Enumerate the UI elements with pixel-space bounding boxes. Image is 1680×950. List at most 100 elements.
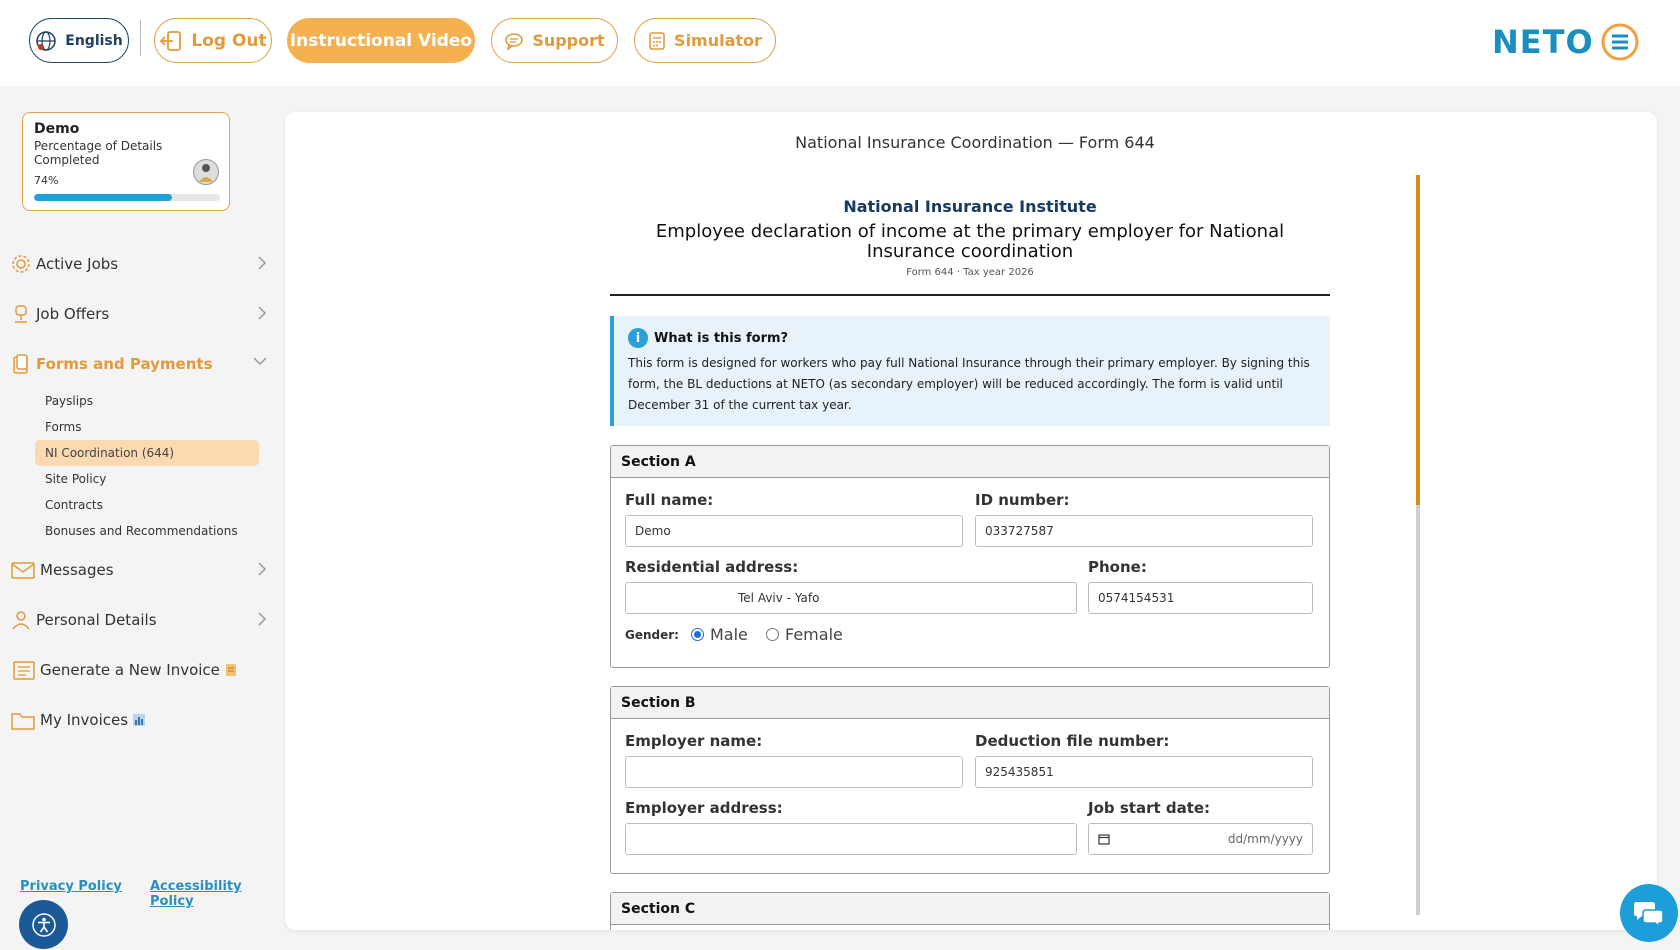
profile-card[interactable]: Demo Percentage of Details Completed 74%	[22, 112, 230, 211]
envelope-icon	[11, 562, 35, 579]
info-icon: i	[628, 328, 648, 348]
logout-button[interactable]: Log Out	[154, 18, 272, 63]
page-title: National Insurance Coordination — Form 6…	[795, 133, 1155, 152]
address-label: Residential address:	[625, 558, 799, 576]
info-heading: i What is this form?	[628, 328, 1316, 348]
simulator-button[interactable]: Simulator	[634, 18, 776, 63]
employer-address-input[interactable]	[625, 823, 1077, 855]
sidebar-subitem-ni-coordination[interactable]: NI Coordination (644)	[35, 440, 259, 466]
sidebar-item-label: Job Offers	[36, 305, 110, 323]
gender-female-radio[interactable]: Female	[766, 625, 843, 644]
employer-name-label: Employer name:	[625, 732, 763, 750]
section-a-heading: Section A	[611, 446, 1329, 478]
neto-logo[interactable]: NETO	[1492, 20, 1640, 64]
chat-icon	[1634, 902, 1664, 928]
id-number-input[interactable]: 033727587	[975, 515, 1313, 547]
user-icon	[12, 611, 30, 630]
sidebar-subitem-bonuses[interactable]: Bonuses and Recommendations	[35, 518, 259, 544]
profile-progress-bar	[34, 194, 220, 201]
id-number-label: ID number:	[975, 491, 1070, 509]
chevron-right-icon	[258, 306, 267, 320]
sidebar-subitem-site-policy[interactable]: Site Policy	[35, 466, 259, 492]
chat-bubble-icon	[505, 32, 524, 50]
title-rule	[610, 294, 1330, 296]
sidebar-item-label: Forms and Payments	[36, 355, 213, 373]
radio-unchecked-icon	[766, 628, 779, 641]
date-placeholder: dd/mm/yyyy	[1227, 832, 1303, 846]
chevron-right-icon	[258, 256, 267, 270]
gear-icon	[12, 255, 30, 273]
job-start-date-input[interactable]: dd/mm/yyyy	[1088, 823, 1313, 855]
invoice-list-icon	[13, 661, 35, 680]
section-b-heading: Section B	[611, 687, 1329, 719]
full-name-input[interactable]: Demo	[625, 515, 963, 547]
logo-text: NETO	[1492, 23, 1594, 61]
calculator-icon	[649, 31, 665, 50]
logout-label: Log Out	[191, 30, 267, 51]
top-bar: English Log Out Instructional Video Supp…	[0, 0, 1680, 86]
profile-name: Demo	[34, 121, 80, 137]
sidebar-item-messages[interactable]: Messages	[10, 555, 268, 585]
employer-address-label: Employer address:	[625, 799, 783, 817]
privacy-policy-link[interactable]: Privacy Policy	[20, 879, 122, 894]
accessibility-icon	[31, 912, 56, 937]
support-label: Support	[532, 31, 605, 50]
gender-female-label: Female	[785, 625, 843, 644]
sidebar-subitem-contracts[interactable]: Contracts	[35, 492, 259, 518]
full-name-label: Full name:	[625, 491, 714, 509]
profile-percent: 74%	[34, 174, 59, 187]
chair-icon	[15, 305, 27, 323]
sidebar-item-forms-and-payments[interactable]: Forms and Payments	[10, 349, 268, 379]
sidebar-item-label: Messages	[40, 561, 114, 579]
accessibility-button[interactable]	[19, 900, 68, 949]
language-button[interactable]: English	[29, 18, 129, 63]
section-b: Section B Employer name: Deduction file …	[610, 686, 1330, 874]
document-icon	[13, 354, 28, 374]
logo-mark-icon	[1601, 23, 1639, 61]
globe-icon	[36, 30, 57, 51]
employer-name-input[interactable]	[625, 756, 963, 788]
gender-label: Gender:	[625, 628, 679, 642]
phone-label: Phone:	[1088, 558, 1147, 576]
gender-male-radio[interactable]: Male	[691, 625, 748, 644]
phone-input[interactable]: 0574154531	[1088, 582, 1313, 614]
section-c: Section C	[610, 892, 1330, 930]
scroll-icon	[225, 664, 236, 676]
sidebar-item-generate-invoice[interactable]: Generate a New Invoice	[10, 655, 268, 685]
chevron-right-icon	[258, 562, 267, 576]
language-label: English	[65, 32, 123, 49]
folder-icon	[11, 713, 35, 730]
form-scrollbar[interactable]	[1416, 175, 1420, 915]
sidebar-item-label: Active Jobs	[36, 255, 119, 273]
chat-button[interactable]	[1620, 884, 1678, 942]
divider	[140, 20, 141, 56]
institute-name: National Insurance Institute	[843, 197, 1097, 216]
sidebar-item-job-offers[interactable]: Job Offers	[10, 299, 268, 329]
sidebar-item-personal-details[interactable]: Personal Details	[10, 605, 268, 635]
support-button[interactable]: Support	[491, 18, 618, 63]
address-input[interactable]: Tel Aviv - Yafo	[625, 582, 1077, 614]
info-heading-text: What is this form?	[654, 330, 789, 346]
scrollbar-thumb[interactable]	[1416, 175, 1420, 505]
logout-icon	[160, 30, 182, 51]
main-card: National Insurance Coordination — Form 6…	[285, 112, 1657, 930]
sidebar-item-my-invoices[interactable]: My Invoices	[10, 705, 268, 735]
section-a: Section A Full name: Demo ID number: 033…	[610, 445, 1330, 668]
accessibility-policy-link[interactable]: Accessibility Policy	[150, 879, 278, 909]
profile-subtitle: Percentage of Details Completed	[34, 139, 163, 167]
sidebar-subitem-payslips[interactable]: Payslips	[35, 388, 259, 414]
section-c-heading: Section C	[611, 893, 1329, 925]
chevron-down-icon	[253, 357, 267, 366]
person-icon	[199, 164, 213, 182]
sidebar-subitem-forms[interactable]: Forms	[35, 414, 259, 440]
avatar	[193, 159, 219, 185]
sidebar-item-label: My Invoices	[40, 711, 129, 729]
sidebar-item-active-jobs[interactable]: Active Jobs	[10, 249, 268, 279]
sidebar-item-label: Generate a New Invoice	[40, 661, 220, 679]
info-body: This form is designed for workers who pa…	[628, 356, 1310, 412]
deduction-file-input[interactable]: 925435851	[975, 756, 1313, 788]
instructional-video-button[interactable]: Instructional Video	[287, 18, 475, 63]
gender-male-label: Male	[710, 625, 748, 644]
deduction-file-label: Deduction file number:	[975, 732, 1170, 750]
chevron-right-icon	[258, 612, 267, 626]
